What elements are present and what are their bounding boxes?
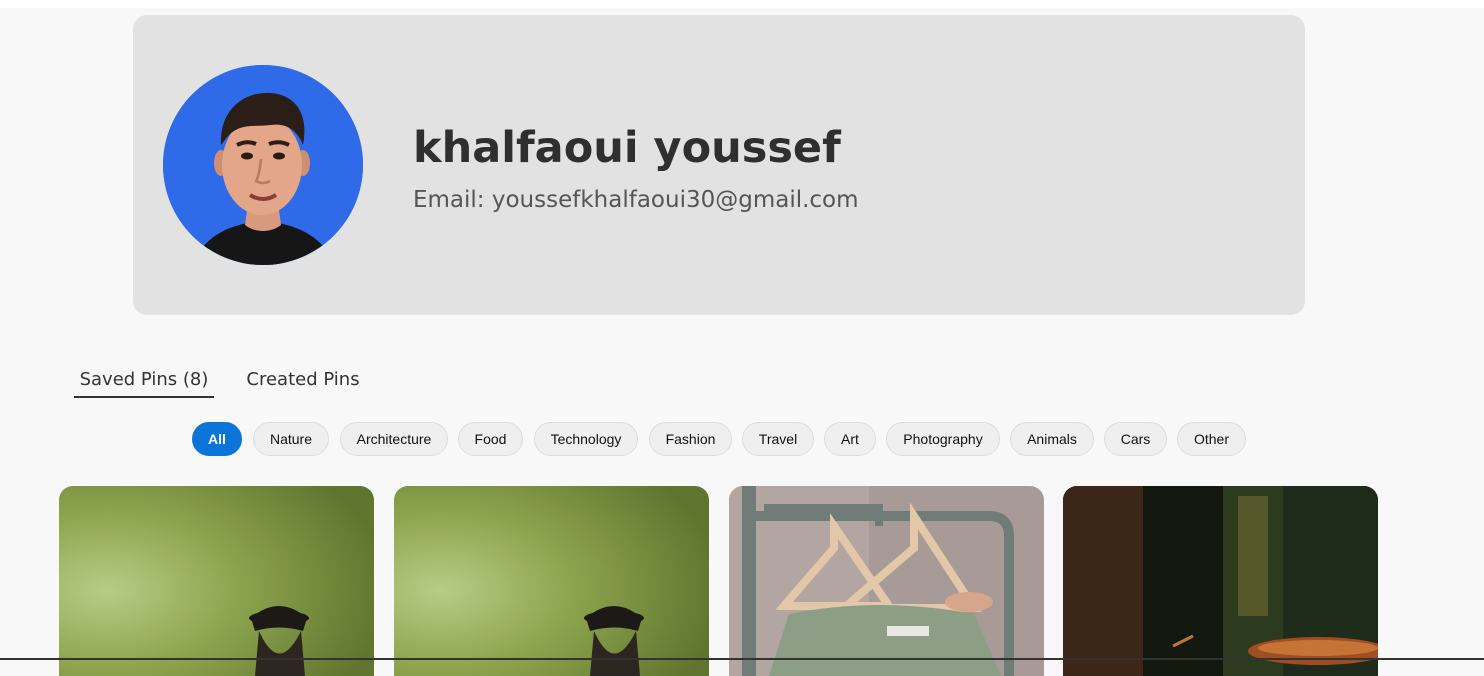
filter-chip-technology[interactable]: Technology	[534, 422, 638, 456]
profile-email: Email: youssefkhalfaoui30@gmail.com	[413, 187, 859, 213]
pin-image-food-icon	[1063, 486, 1378, 676]
filter-chip-all[interactable]: All	[192, 422, 242, 456]
pin-image-clothes-rack-icon	[729, 486, 1044, 676]
filter-chip-nature[interactable]: Nature	[253, 422, 329, 456]
profile-card: khalfaoui youssef Email: youssefkhalfaou…	[133, 15, 1305, 315]
tab-saved-pins[interactable]: Saved Pins (8)	[74, 366, 214, 398]
pin-card[interactable]	[729, 486, 1044, 676]
pin-image-person-icon	[394, 486, 709, 676]
pin-card[interactable]	[59, 486, 374, 676]
pin-card[interactable]	[1063, 486, 1378, 676]
pin-card[interactable]	[394, 486, 709, 676]
filter-chip-food[interactable]: Food	[458, 422, 523, 456]
filter-chip-cars[interactable]: Cars	[1104, 422, 1167, 456]
filter-chip-architecture[interactable]: Architecture	[340, 422, 448, 456]
filter-chip-art[interactable]: Art	[824, 422, 876, 456]
filter-chip-photography[interactable]: Photography	[886, 422, 1000, 456]
top-strip	[0, 0, 1484, 8]
avatar-photo-icon	[163, 65, 363, 265]
filter-chip-other[interactable]: Other	[1177, 422, 1246, 456]
filter-chip-animals[interactable]: Animals	[1010, 422, 1094, 456]
filter-chip-travel[interactable]: Travel	[742, 422, 814, 456]
tab-created-pins[interactable]: Created Pins	[246, 366, 360, 396]
profile-name: khalfaoui youssef	[413, 123, 841, 173]
pin-image-person-icon	[59, 486, 374, 676]
avatar	[163, 65, 363, 265]
filter-chip-fashion[interactable]: Fashion	[649, 422, 732, 456]
